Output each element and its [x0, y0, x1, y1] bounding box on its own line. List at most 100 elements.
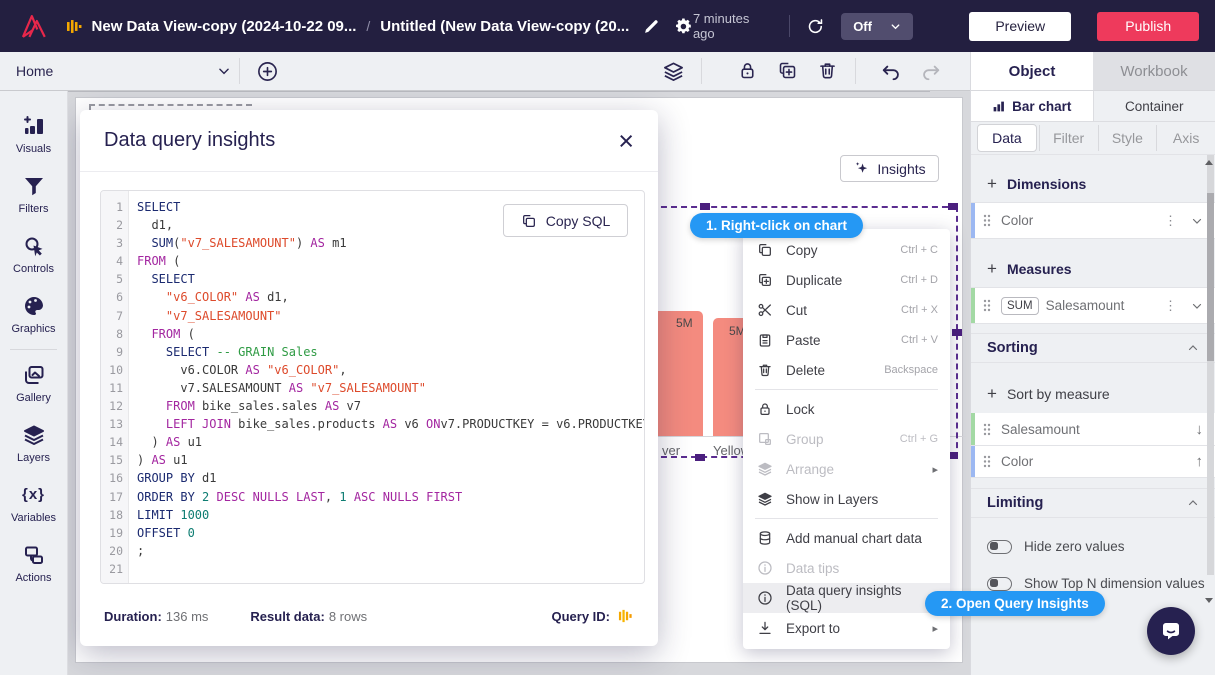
add-measures-button[interactable]: + Measures: [971, 250, 1215, 288]
undo-icon[interactable]: [880, 62, 902, 82]
page-selector-value: Home: [16, 63, 53, 79]
container-outline: [89, 104, 252, 106]
panel-scrollbar[interactable]: [1207, 155, 1214, 575]
scroll-down-caret[interactable]: [1205, 598, 1213, 603]
add-dimensions-button[interactable]: + Dimensions: [971, 165, 1215, 203]
selection-handle[interactable]: [700, 203, 710, 210]
settings-gear-icon[interactable]: [674, 17, 693, 36]
publish-button[interactable]: Publish: [1097, 12, 1199, 41]
chevron-down-icon[interactable]: [1191, 300, 1203, 312]
duration-label: Duration:: [104, 609, 162, 624]
sort-descending-icon[interactable]: ↓: [1196, 421, 1204, 438]
sorting-section-header[interactable]: Sorting: [971, 333, 1215, 363]
menu-item-add-manual-data[interactable]: Add manual chart data: [743, 523, 950, 553]
page-selector[interactable]: Home: [16, 52, 231, 90]
menu-item-arrange[interactable]: Arrange▸: [743, 454, 950, 484]
menu-item-data-query-insights[interactable]: Data query insights (SQL): [743, 583, 950, 613]
close-icon[interactable]: ×: [618, 131, 634, 151]
canvas-area: 5M 5M ver Yellow Insights CopyCtrl + C D…: [68, 91, 970, 675]
sort-row-color[interactable]: Color ↑: [971, 446, 1215, 478]
widget-tabs: Bar chart Container: [971, 91, 1215, 122]
sidebar-item-actions[interactable]: Actions: [0, 534, 67, 594]
sidebar-label: Visuals: [16, 143, 51, 155]
limiting-section-header[interactable]: Limiting: [971, 488, 1215, 518]
sidebar-item-layers[interactable]: Layers: [0, 414, 67, 474]
drag-handle-icon[interactable]: [983, 423, 991, 436]
tab-object[interactable]: Object: [971, 52, 1093, 90]
menu-item-show-in-layers[interactable]: Show in Layers: [743, 484, 950, 514]
menu-item-delete[interactable]: DeleteBackspace: [743, 355, 950, 385]
selection-handle[interactable]: [952, 329, 962, 336]
toggle-off-icon[interactable]: [987, 540, 1012, 554]
duplicate-tool-icon[interactable]: [777, 60, 798, 81]
tab-workbook[interactable]: Workbook: [1093, 52, 1215, 90]
sidebar-label: Gallery: [16, 392, 51, 404]
layers-icon: [22, 423, 46, 447]
menu-item-export-to[interactable]: Export to▸: [743, 613, 950, 643]
query-id-icon[interactable]: [618, 608, 634, 624]
submenu-arrow-icon: ▸: [932, 622, 938, 635]
selection-handle[interactable]: [948, 203, 958, 210]
toggle-off-icon[interactable]: [987, 577, 1012, 591]
kebab-menu-icon[interactable]: ⋮: [1164, 213, 1177, 229]
dashboard-title[interactable]: Untitled (New Data View-copy (20...: [380, 18, 629, 35]
dimension-row-color[interactable]: Color ⋮: [971, 203, 1215, 239]
menu-item-group[interactable]: GroupCtrl + G: [743, 424, 950, 454]
insights-button[interactable]: Insights: [840, 155, 939, 182]
add-page-icon[interactable]: [256, 60, 279, 83]
plus-icon: +: [987, 174, 997, 194]
visuals-icon: [22, 114, 46, 138]
edit-pencil-icon[interactable]: [643, 18, 660, 35]
kebab-menu-icon[interactable]: ⋮: [1164, 298, 1177, 314]
tab-data[interactable]: Data: [977, 124, 1037, 152]
measure-row-salesamount[interactable]: SUM Salesamount ⋮: [971, 288, 1215, 324]
sql-code-block: 123456789101112131415161718192021 SELECT…: [100, 190, 645, 584]
sidebar-item-controls[interactable]: Controls: [0, 225, 67, 285]
chevron-down-icon[interactable]: [1191, 215, 1203, 227]
sidebar-item-gallery[interactable]: Gallery: [0, 354, 67, 414]
sidebar-item-graphics[interactable]: Graphics: [0, 285, 67, 345]
drag-handle-icon[interactable]: [983, 455, 991, 468]
tab-container[interactable]: Container: [1093, 91, 1215, 121]
toolbar-divider: [701, 58, 702, 84]
actions-icon: [22, 543, 46, 567]
tab-filter[interactable]: Filter: [1039, 125, 1098, 151]
tab-bar-chart[interactable]: Bar chart: [971, 91, 1093, 121]
sidebar-item-variables[interactable]: {x} Variables: [0, 474, 67, 534]
layers-tool-icon[interactable]: [662, 60, 685, 83]
dataset-title[interactable]: New Data View-copy (2024-10-22 09...: [92, 18, 357, 35]
menu-item-data-tips[interactable]: Data tips: [743, 553, 950, 583]
sort-ascending-icon[interactable]: ↑: [1196, 453, 1204, 470]
sort-row-salesamount[interactable]: Salesamount ↓: [971, 413, 1215, 446]
selection-handle[interactable]: [695, 454, 705, 461]
aggregation-badge[interactable]: SUM: [1001, 297, 1039, 315]
sidebar-divider: [10, 349, 57, 350]
sidebar-item-filters[interactable]: Filters: [0, 165, 67, 225]
menu-item-duplicate[interactable]: DuplicateCtrl + D: [743, 265, 950, 295]
menu-item-paste[interactable]: PasteCtrl + V: [743, 325, 950, 355]
sidebar-label: Graphics: [11, 323, 55, 335]
chat-launcher[interactable]: [1147, 607, 1195, 655]
toggle-hide-zero-values[interactable]: Hide zero values: [971, 533, 1215, 560]
tab-style[interactable]: Style: [1098, 125, 1157, 151]
add-sort-by-measure-button[interactable]: + Sort by measure: [971, 375, 1215, 413]
preview-button[interactable]: Preview: [969, 12, 1072, 41]
scroll-up-caret[interactable]: [1205, 160, 1213, 165]
drag-handle-icon[interactable]: [983, 299, 991, 312]
refresh-icon[interactable]: [806, 17, 825, 36]
query-id-label: Query ID:: [551, 609, 610, 624]
delete-tool-icon[interactable]: [817, 60, 838, 81]
menu-item-lock[interactable]: Lock: [743, 394, 950, 424]
chevron-up-icon: [1187, 497, 1199, 509]
menu-item-cut[interactable]: CutCtrl + X: [743, 295, 950, 325]
sidebar-label: Controls: [13, 263, 54, 275]
auto-refresh-dropdown[interactable]: Off: [841, 13, 913, 40]
lock-icon: [757, 401, 773, 417]
tab-axis[interactable]: Axis: [1156, 125, 1215, 151]
copy-sql-button[interactable]: Copy SQL: [503, 204, 628, 237]
lock-tool-icon[interactable]: [737, 60, 758, 81]
sidebar-item-visuals[interactable]: Visuals: [0, 105, 67, 165]
menu-item-copy[interactable]: CopyCtrl + C: [743, 235, 950, 265]
drag-handle-icon[interactable]: [983, 214, 991, 227]
redo-icon[interactable]: [920, 62, 942, 82]
